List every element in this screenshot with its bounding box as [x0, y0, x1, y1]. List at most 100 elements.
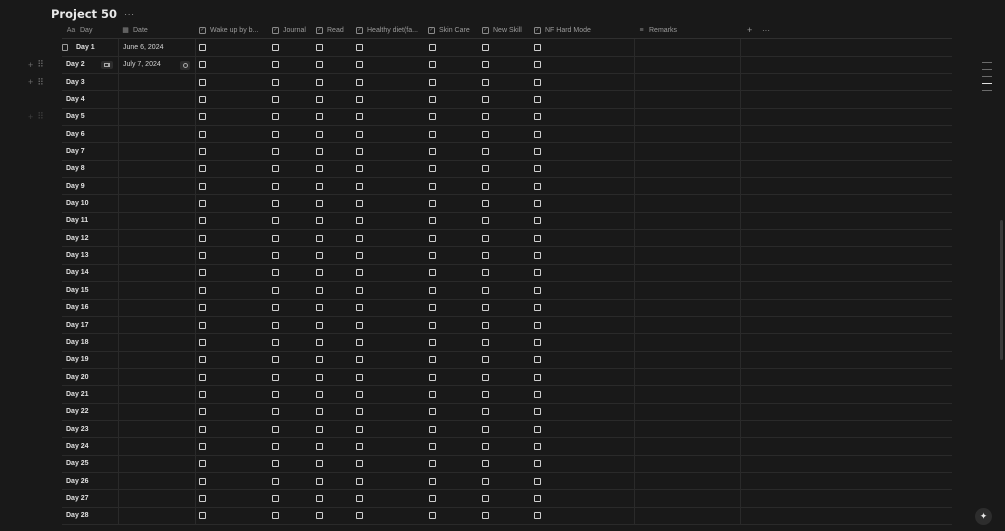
remarks-cell[interactable]	[634, 352, 740, 368]
checkbox-cell[interactable]	[272, 74, 282, 90]
checkbox-cell[interactable]	[272, 282, 282, 298]
table-row[interactable]: + ⠿ Day 2 July 7, 2024	[28, 56, 952, 75]
checkbox[interactable]	[534, 286, 541, 294]
checkbox[interactable]	[482, 356, 489, 364]
checkbox-cell[interactable]	[356, 369, 366, 385]
checkbox-cell[interactable]	[316, 213, 326, 229]
table-row[interactable]: Day 4	[62, 91, 952, 109]
page-title[interactable]: Project 50	[51, 7, 117, 21]
remarks-cell[interactable]	[634, 334, 740, 350]
checkbox-cell[interactable]	[429, 213, 439, 229]
checkbox-cell[interactable]	[272, 161, 282, 177]
checkbox[interactable]	[272, 44, 279, 52]
checkbox-cell[interactable]	[199, 300, 209, 316]
checkbox[interactable]	[199, 321, 206, 329]
checkbox-cell[interactable]	[534, 247, 544, 263]
table-row[interactable]: + ⠿ Day 5	[28, 108, 952, 127]
day-cell[interactable]: Day 9	[62, 178, 118, 194]
checkbox[interactable]	[272, 373, 279, 381]
checkbox-cell[interactable]	[482, 178, 492, 194]
table-row[interactable]: Day 12	[62, 230, 952, 248]
remarks-cell[interactable]	[634, 386, 740, 402]
checkbox-cell[interactable]	[482, 386, 492, 402]
table-row[interactable]: Day 17	[62, 316, 952, 335]
checkbox[interactable]	[482, 269, 489, 277]
checkbox-cell[interactable]	[199, 508, 209, 524]
checkbox[interactable]	[482, 390, 489, 398]
remarks-cell[interactable]	[634, 143, 740, 159]
remarks-cell[interactable]	[634, 74, 740, 90]
checkbox-cell[interactable]	[534, 473, 544, 489]
checkbox[interactable]	[316, 373, 323, 381]
date-cell[interactable]	[118, 126, 195, 142]
checkbox[interactable]	[316, 78, 323, 86]
checkbox-cell[interactable]	[356, 91, 366, 107]
checkbox[interactable]	[272, 182, 279, 190]
column-header-skin-care[interactable]: ✓ Skin Care	[428, 22, 476, 38]
column-header-nf-hard-mode[interactable]: ✓ NF Hard Mode	[534, 22, 632, 38]
day-cell[interactable]: Day 24	[62, 438, 118, 454]
date-cell[interactable]	[118, 230, 195, 246]
table-row[interactable]: Day 21	[62, 386, 952, 404]
checkbox-cell[interactable]	[272, 39, 282, 55]
checkbox[interactable]	[534, 148, 541, 156]
checkbox[interactable]	[356, 182, 363, 190]
checkbox[interactable]	[429, 321, 436, 329]
checkbox-cell[interactable]	[534, 334, 544, 350]
checkbox[interactable]	[429, 512, 436, 520]
checkbox-cell[interactable]	[272, 508, 282, 524]
checkbox[interactable]	[482, 338, 489, 346]
checkbox-cell[interactable]	[316, 352, 326, 368]
checkbox[interactable]	[482, 61, 489, 69]
open-page-button[interactable]	[101, 60, 113, 69]
checkbox[interactable]	[429, 390, 436, 398]
checkbox[interactable]	[482, 44, 489, 52]
checkbox[interactable]	[482, 252, 489, 260]
table-row[interactable]: Day 13	[62, 247, 952, 265]
checkbox[interactable]	[534, 425, 541, 433]
day-cell[interactable]: Day 18	[62, 334, 118, 350]
checkbox-cell[interactable]	[272, 300, 282, 316]
checkbox[interactable]	[199, 338, 206, 346]
checkbox-cell[interactable]	[316, 456, 326, 472]
checkbox[interactable]	[429, 61, 436, 69]
checkbox-cell[interactable]	[482, 161, 492, 177]
checkbox-cell[interactable]	[482, 490, 492, 506]
remarks-cell[interactable]	[634, 282, 740, 298]
checkbox-cell[interactable]	[482, 508, 492, 524]
checkbox[interactable]	[482, 304, 489, 312]
checkbox-cell[interactable]	[356, 161, 366, 177]
checkbox[interactable]	[316, 356, 323, 364]
checkbox[interactable]	[272, 148, 279, 156]
checkbox-cell[interactable]	[316, 404, 326, 420]
table-row[interactable]: Day 16	[62, 299, 952, 317]
checkbox[interactable]	[199, 373, 206, 381]
checkbox[interactable]	[199, 130, 206, 138]
checkbox-cell[interactable]	[429, 74, 439, 90]
checkbox-cell[interactable]	[316, 508, 326, 524]
checkbox[interactable]	[356, 477, 363, 485]
checkbox-cell[interactable]	[429, 508, 439, 524]
checkbox[interactable]	[429, 200, 436, 208]
checkbox[interactable]	[272, 200, 279, 208]
checkbox-cell[interactable]	[429, 369, 439, 385]
table-row[interactable]: Day 22	[62, 403, 952, 421]
date-cell[interactable]	[118, 473, 195, 489]
checkbox-cell[interactable]	[199, 57, 209, 73]
checkbox[interactable]	[534, 200, 541, 208]
checkbox[interactable]	[199, 217, 206, 225]
day-cell[interactable]: Day 22	[62, 404, 118, 420]
checkbox-cell[interactable]	[272, 265, 282, 281]
checkbox[interactable]	[356, 96, 363, 104]
checkbox-cell[interactable]	[534, 195, 544, 211]
checkbox-cell[interactable]	[199, 230, 209, 246]
checkbox-cell[interactable]	[356, 508, 366, 524]
table-row[interactable]: Day 20	[62, 368, 952, 387]
date-cell[interactable]	[118, 143, 195, 159]
table-row[interactable]: Day 25	[62, 455, 952, 473]
checkbox-cell[interactable]	[356, 39, 366, 55]
checkbox[interactable]	[199, 442, 206, 450]
remarks-cell[interactable]	[634, 213, 740, 229]
checkbox-cell[interactable]	[482, 39, 492, 55]
checkbox-cell[interactable]	[482, 213, 492, 229]
